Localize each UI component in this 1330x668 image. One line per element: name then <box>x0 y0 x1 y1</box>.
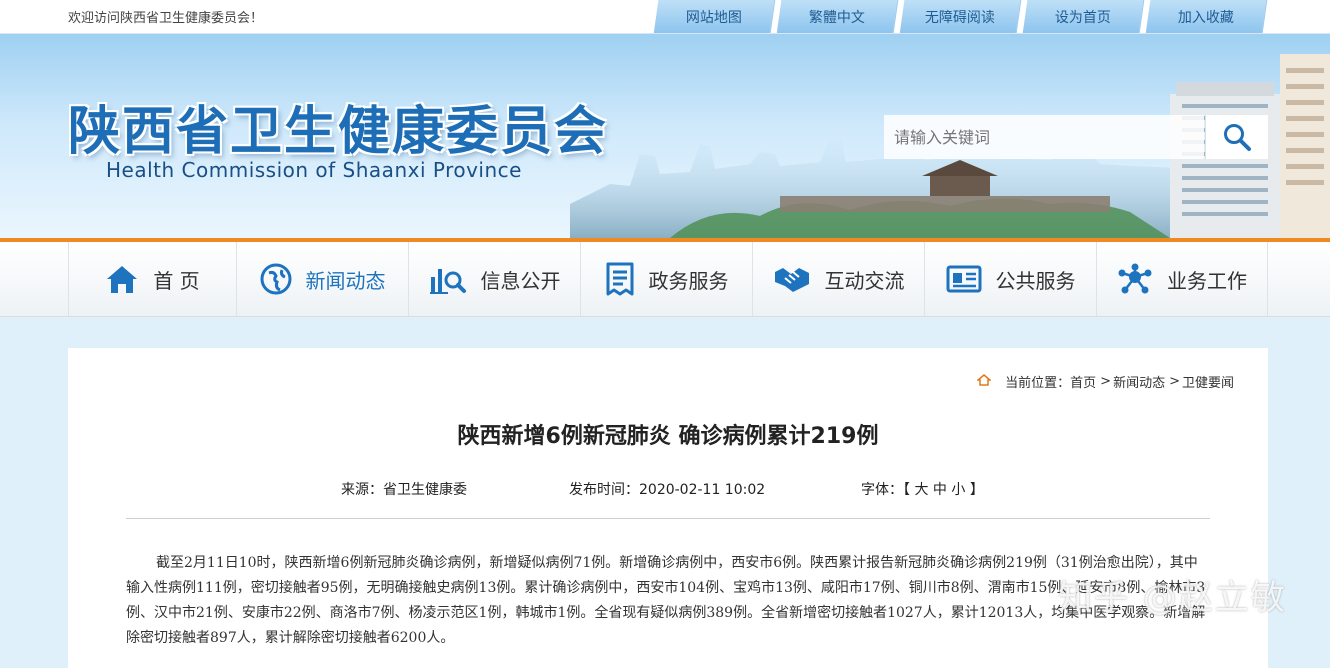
article-meta: 来源：省卫生健康委 发布时间：2020-02-11 10:02 字体：【 大 中… <box>68 479 1268 499</box>
zhihu-watermark: 知乎 @赵立敏 <box>1058 578 1287 618</box>
document-icon <box>605 262 635 296</box>
font-size-control: 字体：【 大 中 小 】 <box>861 479 984 499</box>
top-utility-bar: 欢迎访问陕西省卫生健康委员会！ 网站地图 繁體中文 无障碍阅读 设为首页 加入收… <box>0 0 1330 34</box>
search-button[interactable] <box>1205 115 1268 159</box>
article-title: 陕西新增6例新冠肺炎 确诊病例累计219例 <box>457 424 879 449</box>
nav-item-business-work[interactable]: 业务工作 <box>1096 242 1268 316</box>
source-label: 来源： <box>341 482 383 498</box>
nav-item-label: 政务服务 <box>648 268 729 293</box>
breadcrumb-news[interactable]: 新闻动态 <box>1113 372 1165 391</box>
breadcrumb-separator: > <box>1169 374 1180 389</box>
id-card-icon <box>946 264 982 294</box>
globe-icon <box>260 263 292 295</box>
article-panel: 当前位置： 首页 > 新闻动态 > 卫健要闻 陕西新增6例新冠肺炎 确诊病例累计… <box>68 348 1268 668</box>
traditional-chinese-label: 繁體中文 <box>809 9 865 26</box>
site-map-label: 网站地图 <box>686 9 742 26</box>
accessibility-link[interactable]: 无障碍阅读 <box>898 0 1022 33</box>
nav-item-label: 信息公开 <box>480 268 561 293</box>
nav-item-news[interactable]: 新闻动态 <box>236 242 408 316</box>
site-subtitle: Health Commission of Shaanxi Province <box>106 158 522 182</box>
home-icon <box>976 373 993 390</box>
nav-item-home[interactable]: 首 页 <box>68 242 236 316</box>
breadcrumb-separator: > <box>1100 374 1112 389</box>
breadcrumb: 当前位置： 首页 > 新闻动态 > 卫健要闻 <box>976 372 1234 391</box>
article-body: 截至2月11日10时，陕西新增6例新冠肺炎确诊病例，新增疑似病例71例。新增确诊… <box>126 555 1206 646</box>
traditional-chinese-link[interactable]: 繁體中文 <box>775 0 899 33</box>
main-nav-bar: 首 页 新闻动态 信息公开 政务服务 互动交流 公共服务 业务工作 <box>0 242 1330 317</box>
breadcrumb-health-news[interactable]: 卫健要闻 <box>1182 372 1234 391</box>
site-map-link[interactable]: 网站地图 <box>652 0 776 33</box>
add-favorite-label: 加入收藏 <box>1178 9 1234 26</box>
nav-item-label: 公共服务 <box>995 268 1076 293</box>
set-homepage-label: 设为首页 <box>1055 9 1111 26</box>
top-links: 网站地图 繁體中文 无障碍阅读 设为首页 加入收藏 <box>652 0 1270 33</box>
publish-time: 发布时间：2020-02-11 10:02 <box>569 479 765 499</box>
font-large-button[interactable]: 大 <box>914 482 928 498</box>
nav-item-interaction[interactable]: 互动交流 <box>752 242 924 316</box>
home-icon <box>105 264 139 294</box>
font-medium-button[interactable]: 中 <box>933 482 947 498</box>
site-title: 陕西省卫生健康委员会 <box>68 101 609 162</box>
handshake-icon <box>773 264 811 294</box>
accessibility-label: 无障碍阅读 <box>925 9 995 26</box>
font-bracket-close: 】 <box>969 482 984 498</box>
main-nav: 首 页 新闻动态 信息公开 政务服务 互动交流 公共服务 业务工作 <box>68 242 1268 316</box>
breadcrumb-prefix: 当前位置： <box>1005 376 1071 391</box>
date-label: 发布时间： <box>569 482 639 498</box>
source-info: 来源：省卫生健康委 <box>341 479 467 499</box>
divider <box>126 518 1210 519</box>
set-homepage-link[interactable]: 设为首页 <box>1021 0 1145 33</box>
nav-item-label: 业务工作 <box>1167 268 1247 293</box>
nav-item-label: 新闻动态 <box>305 268 386 293</box>
breadcrumb-home[interactable]: 首页 <box>1070 372 1096 391</box>
nav-item-government-services[interactable]: 政务服务 <box>580 242 752 316</box>
search-icon <box>1224 124 1251 151</box>
nav-item-label: 首 页 <box>153 268 200 293</box>
date-value: 2020-02-11 10:02 <box>639 482 766 498</box>
font-bracket-open: 【 <box>903 482 910 498</box>
network-icon <box>1117 263 1153 295</box>
nav-item-info-disclosure[interactable]: 信息公开 <box>408 242 580 316</box>
search-input[interactable] <box>884 115 1204 159</box>
source-value: 省卫生健康委 <box>383 482 467 498</box>
chart-search-icon <box>429 263 467 295</box>
add-favorite-link[interactable]: 加入收藏 <box>1144 0 1268 33</box>
font-label: 字体： <box>861 482 903 498</box>
nav-item-label: 互动交流 <box>824 268 905 293</box>
font-small-button[interactable]: 小 <box>951 482 965 498</box>
nav-item-public-services[interactable]: 公共服务 <box>924 242 1096 316</box>
welcome-text: 欢迎访问陕西省卫生健康委员会！ <box>68 11 264 26</box>
header-banner: 陕西省卫生健康委员会 Health Commission of Shaanxi … <box>0 34 1330 238</box>
